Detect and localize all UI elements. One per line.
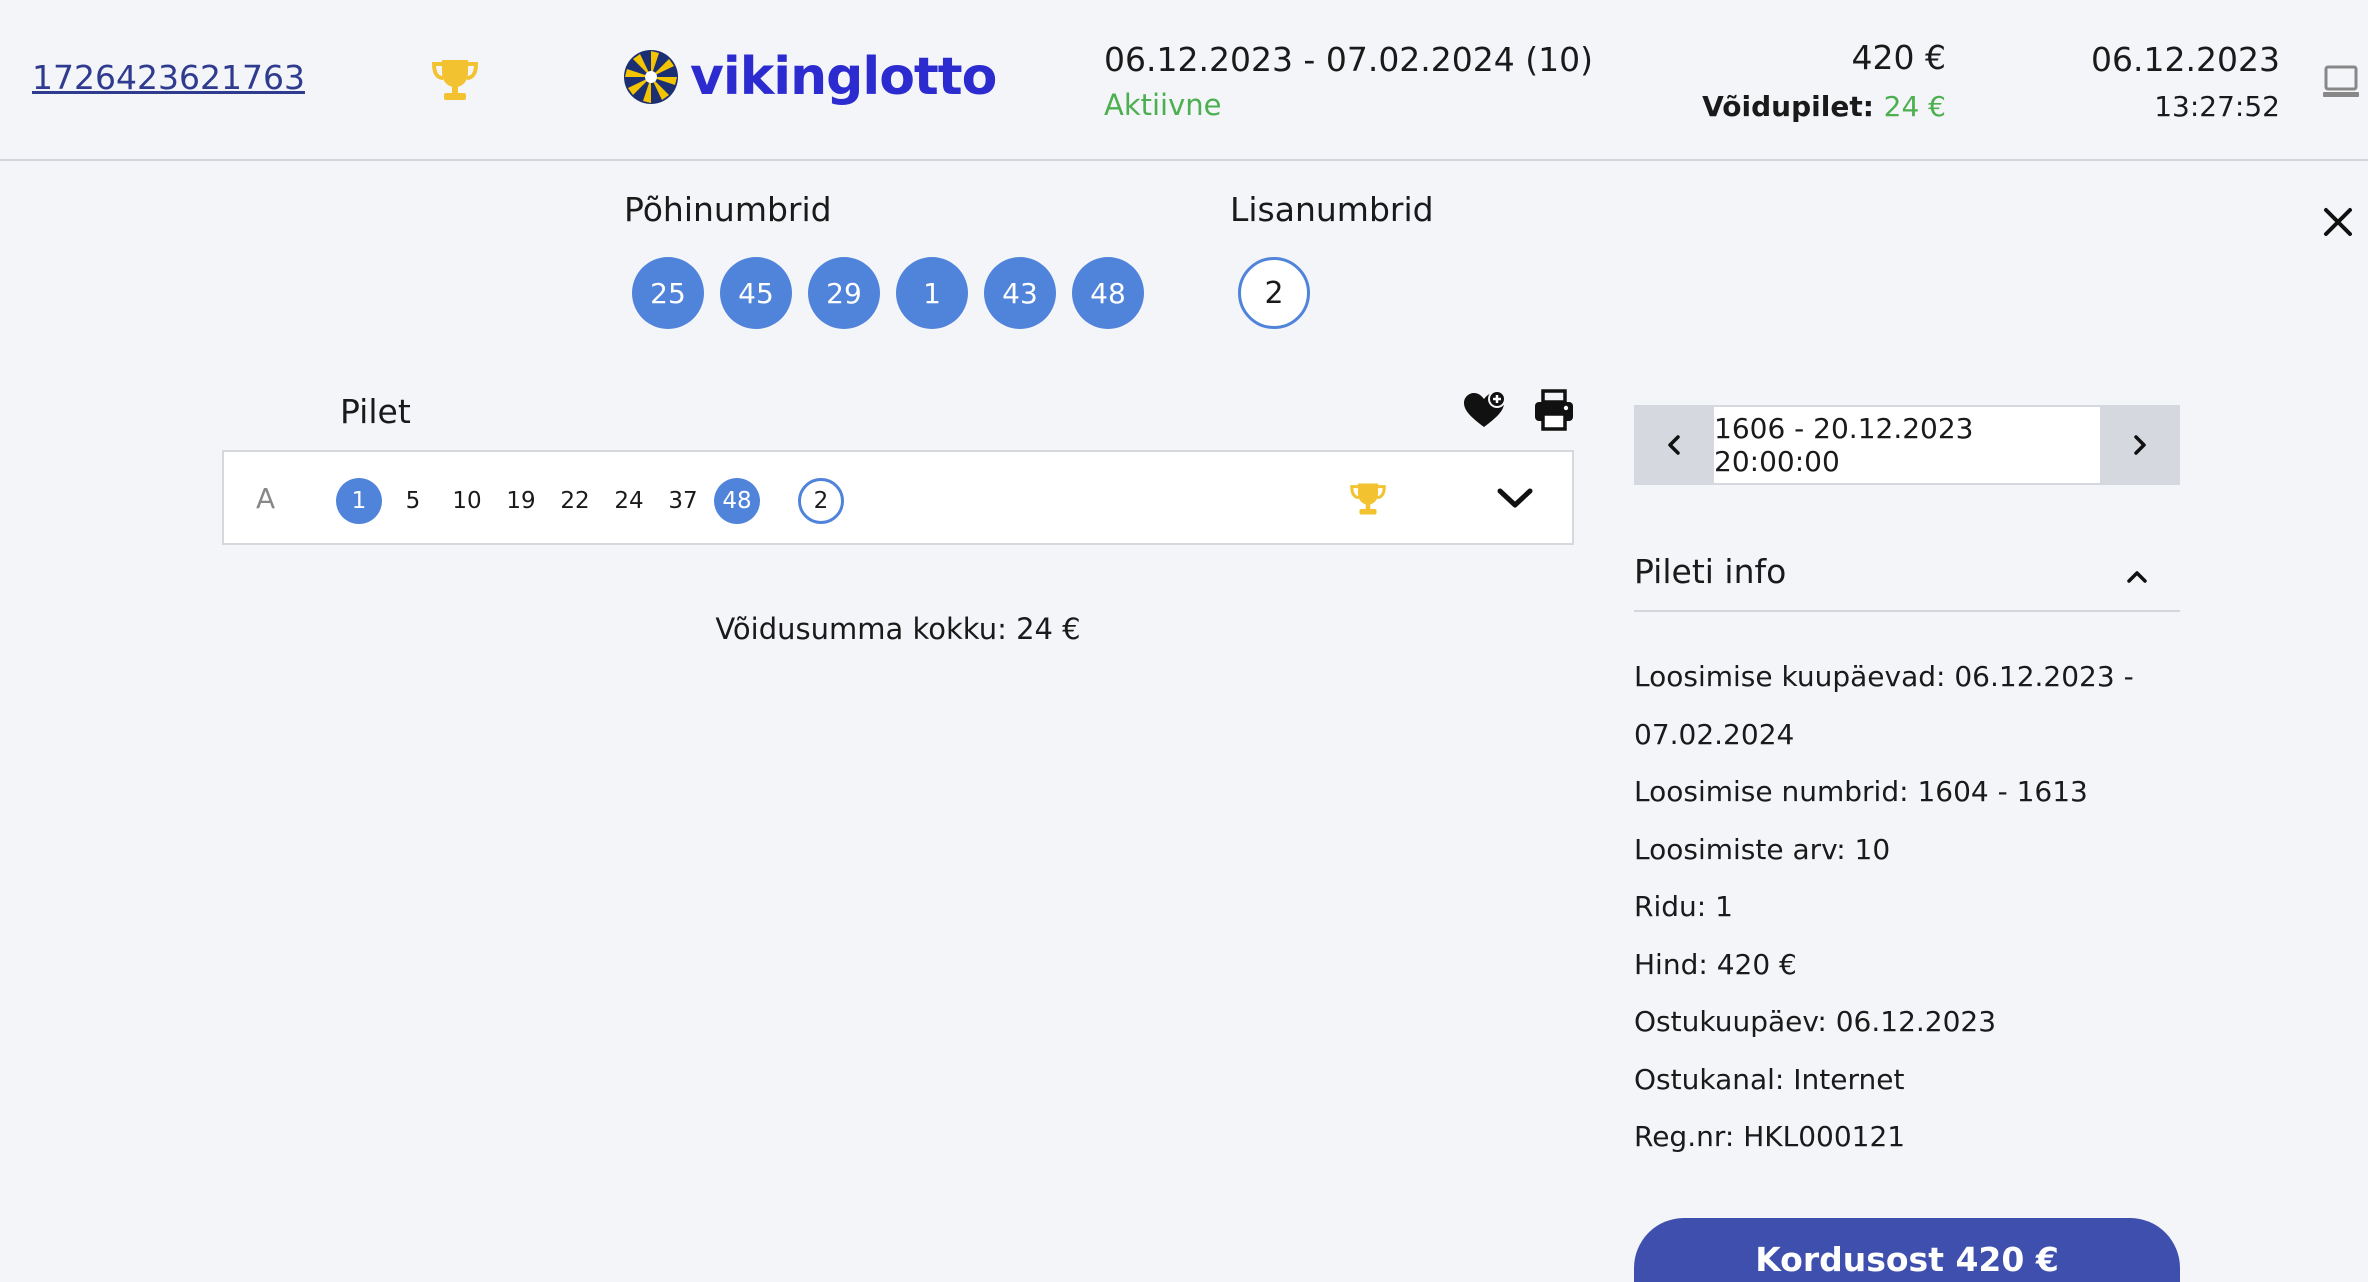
- main-number-ball: 48: [1072, 257, 1144, 329]
- main-number-ball: 25: [632, 257, 704, 329]
- chevron-down-icon[interactable]: [1496, 486, 1534, 512]
- purchase-date: 06.12.2023: [2091, 40, 2280, 79]
- ticket-header: 1726423621763 vikinglotto 06.12.2023 - 0…: [0, 0, 2368, 161]
- ticket-id-link[interactable]: 1726423621763: [32, 58, 305, 97]
- win-amount: 24 €: [1883, 90, 1946, 123]
- main-number-ball: 29: [808, 257, 880, 329]
- ticket-info-item: Hind: 420 €: [1634, 947, 1797, 981]
- ticket-price: 420 €: [1851, 38, 1946, 77]
- vikinglotto-logo: vikinglotto: [622, 47, 997, 107]
- ticket-info-item: Ridu: 1: [1634, 890, 1733, 923]
- trophy-icon: [1350, 483, 1386, 515]
- logo-text: vikinglotto: [690, 47, 997, 107]
- ticket-info-item: Loosimise numbrid: 1604 - 1613: [1634, 775, 2088, 808]
- ticket-number: 22: [560, 488, 590, 514]
- close-icon[interactable]: [2322, 206, 2354, 238]
- ticket-number-hit: 48: [714, 478, 760, 524]
- previous-draw-button[interactable]: [1634, 405, 1714, 485]
- main-numbers: 25 45 29 1 43 48: [632, 257, 1144, 329]
- extra-numbers: 2: [1238, 257, 1310, 329]
- win-total: Võidusumma kokku: 24 €: [715, 612, 1081, 646]
- chevron-right-icon: [2134, 435, 2146, 455]
- ticket-row-a: A 1 5 10 19 22 24 37 48 2: [222, 450, 1574, 545]
- ticket-number: 10: [452, 488, 482, 514]
- row-numbers: 1 5 10 19 22 24 37 48 2: [336, 478, 852, 524]
- ticket-info-toggle[interactable]: Pileti info: [1634, 548, 2180, 612]
- ticket-number: 37: [668, 488, 698, 514]
- ticket-number: 24: [614, 488, 644, 514]
- repeat-purchase-button[interactable]: Kordusost 420 €: [1634, 1218, 2180, 1282]
- main-number-ball: 43: [984, 257, 1056, 329]
- ticket-info-item: Loosimise kuupäevad: 06.12.2023 -: [1634, 660, 2134, 693]
- ticket-status: Aktiivne: [1104, 88, 1222, 122]
- purchase-time: 13:27:52: [2154, 90, 2280, 123]
- ticket-info-item: Ostukanal: Internet: [1634, 1062, 1905, 1096]
- ticket-info-title: Pileti info: [1634, 552, 1787, 591]
- ticket-detail-page: 1726423621763 vikinglotto 06.12.2023 - 0…: [0, 0, 2368, 1282]
- ticket-number: 5: [405, 488, 421, 514]
- draw-value: 1606 - 20.12.2023 20:00:00: [1714, 407, 2100, 483]
- win-summary: Võidupilet: 24 €: [1702, 90, 1946, 123]
- chevron-left-icon: [1668, 435, 1680, 455]
- device-icon: [2323, 65, 2359, 97]
- ticket-info-item: 07.02.2024: [1634, 717, 1795, 751]
- main-numbers-label: Põhinumbrid: [624, 190, 832, 229]
- row-letter: A: [256, 482, 276, 515]
- win-label: Võidupilet:: [1702, 90, 1874, 123]
- ticket-info-item: Ostukuupäev: 06.12.2023: [1634, 1005, 1997, 1038]
- favorite-heart-icon[interactable]: [1462, 390, 1506, 430]
- ticket-label: Pilet: [340, 392, 411, 431]
- logo-wheel-icon: [624, 50, 678, 104]
- ticket-number-hit: 1: [336, 478, 382, 524]
- ticket-number: 19: [506, 488, 536, 514]
- next-draw-button[interactable]: [2100, 405, 2180, 485]
- extra-number-ball: 2: [1238, 257, 1310, 329]
- ticket-info-list: Loosimise kuupäevad: 06.12.2023 - 07.02.2…: [1634, 648, 2180, 1166]
- main-number-ball: 1: [896, 257, 968, 329]
- main-number-ball: 45: [720, 257, 792, 329]
- draw-selector: 1606 - 20.12.2023 20:00:00: [1634, 405, 2180, 485]
- ticket-info-item: Reg.nr: HKL000121: [1634, 1120, 1906, 1153]
- extra-numbers-label: Lisanumbrid: [1230, 190, 1434, 229]
- ticket-extra-number: 2: [798, 478, 844, 524]
- ticket-info-item: Loosimiste arv: 10: [1634, 832, 1891, 866]
- print-icon[interactable]: [1532, 388, 1576, 432]
- trophy-icon: [431, 60, 479, 100]
- chevron-up-icon: [2127, 571, 2147, 583]
- ticket-period: 06.12.2023 - 07.02.2024 (10): [1104, 40, 1594, 79]
